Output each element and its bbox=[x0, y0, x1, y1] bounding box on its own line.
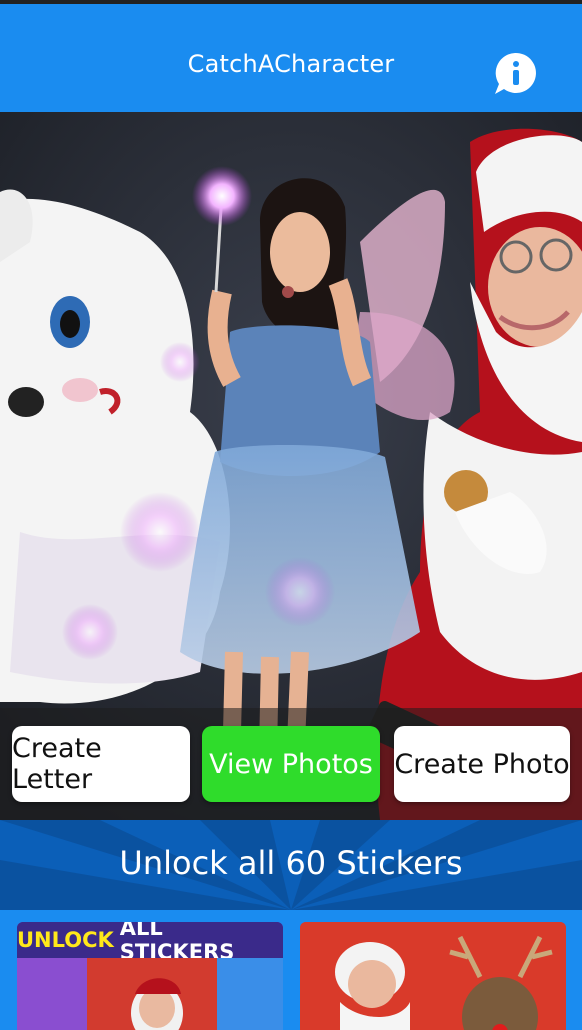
info-icon[interactable] bbox=[492, 51, 538, 97]
card-banner: UNLOCK ALL STICKERS bbox=[17, 922, 283, 964]
create-letter-button[interactable]: Create Letter bbox=[12, 726, 190, 802]
view-photos-button[interactable]: View Photos bbox=[202, 726, 380, 802]
sticker-cards: UNLOCK ALL STICKERS bbox=[0, 910, 582, 1030]
sticker-grid-preview bbox=[17, 958, 283, 1030]
unlock-stickers-banner[interactable]: Unlock all 60 Stickers bbox=[0, 820, 582, 910]
unlock-all-stickers-card[interactable]: UNLOCK ALL STICKERS bbox=[17, 922, 283, 1030]
santa-reindeer-card[interactable] bbox=[300, 922, 566, 1030]
create-photo-button[interactable]: Create Photo bbox=[394, 726, 570, 802]
app-header: CatchACharacter bbox=[0, 4, 582, 112]
unlock-stickers-label: Unlock all 60 Stickers bbox=[119, 844, 463, 882]
santa-reindeer-preview bbox=[300, 922, 566, 1030]
